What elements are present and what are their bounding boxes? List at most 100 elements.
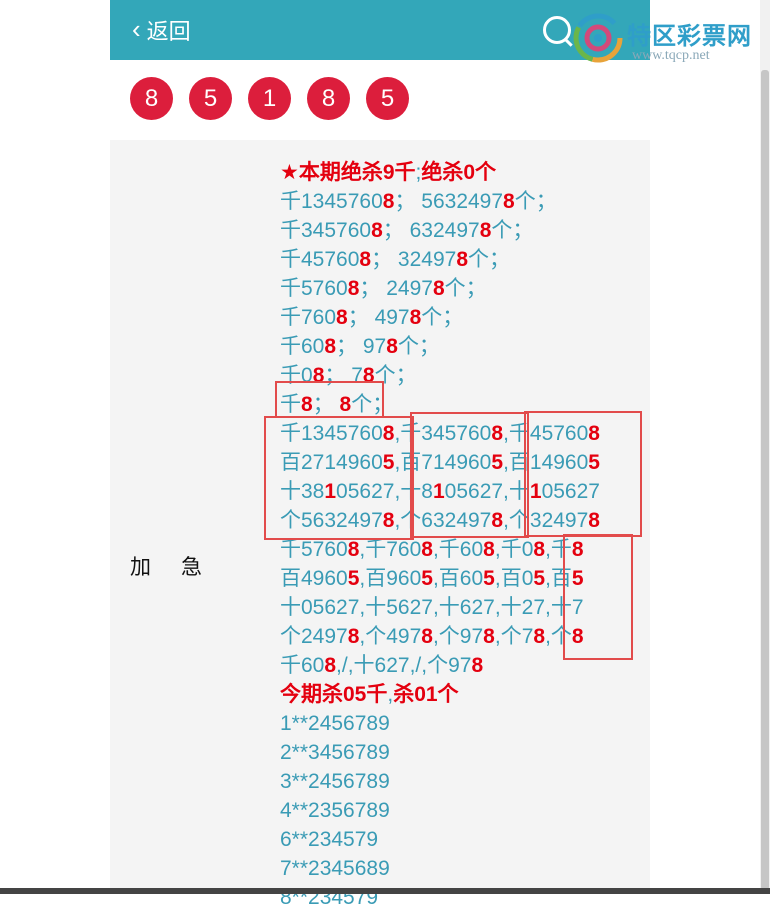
highlight-digit: 8 (421, 538, 433, 561)
highlight-digit: 8 (386, 335, 398, 358)
search-icon[interactable] (543, 16, 571, 44)
highlight-box (275, 381, 384, 418)
vertical-scrollbar[interactable] (760, 0, 770, 894)
category-char: 急 (181, 556, 202, 579)
highlight-digit: 8 (432, 277, 445, 300)
watermark-url: www.tqcp.net (632, 48, 710, 63)
line-text: 千5760 (280, 277, 348, 300)
chevron-left-icon: ‹ (132, 13, 141, 44)
bottom-edge-bar (0, 888, 770, 894)
number-ball: 8 (130, 77, 173, 120)
number-line: 千3457608； 6324978个； (280, 216, 600, 245)
category-char: 加 (130, 556, 151, 579)
line-text: ,个497 (359, 625, 422, 648)
number-line: 3**2456789 (280, 767, 600, 796)
draw-number-balls: 8 5 1 8 5 (130, 77, 409, 120)
highlight-digit: 8 (533, 625, 546, 648)
highlight-digit: 8 (347, 625, 360, 648)
highlight-digit: 5 (533, 567, 546, 590)
line-text: 个； (397, 335, 440, 358)
line-text: 个； (491, 219, 534, 242)
number-line: 千13457608； 56324978个； (280, 187, 600, 216)
highlight-digit: 5 (483, 567, 495, 590)
number-line: 千457608； 324978个； (280, 245, 600, 274)
number-ball: 8 (307, 77, 350, 120)
number-line: 个24978,个4978,个978,个78,个8 (280, 622, 600, 651)
highlight-digit: 8 (359, 248, 372, 271)
line-text: ； 97 (336, 335, 387, 358)
line-text: ,个97 (432, 625, 484, 648)
highlight-digit: 8 (409, 306, 422, 329)
line-text: ； 2497 (359, 277, 433, 300)
number-line: 7**2345689 (280, 854, 600, 883)
highlight-digit: 8 (483, 538, 495, 561)
highlight-digit: 5 (347, 567, 360, 590)
line-text: ,千60 (432, 538, 484, 561)
line-text: 2**3456789 (280, 741, 390, 764)
line-text: 千45760 (280, 248, 360, 271)
line-text: 7**2345689 (280, 857, 390, 880)
number-ball: 1 (248, 77, 291, 120)
highlight-digit: 8 (347, 277, 360, 300)
number-line: 1**2456789 (280, 709, 600, 738)
line-text: ； 5632497 (394, 190, 504, 213)
line-text: 个； (421, 306, 464, 329)
number-line: 千57608； 24978个； (280, 274, 600, 303)
line-text: 千5760 (280, 538, 348, 561)
line-text: 6**234579 (280, 828, 379, 851)
highlight-digit: 8 (421, 625, 433, 648)
line-text: 百4960 (280, 567, 348, 590)
line-text: 个2497 (280, 625, 348, 648)
line-text: 4**2356789 (280, 799, 390, 822)
summary-line: 今期杀05千,杀01个 (280, 680, 600, 709)
number-line: 6**234579 (280, 825, 600, 854)
highlight-digit: 8 (471, 654, 484, 677)
highlight-digit: 绝杀0个 (421, 161, 497, 184)
highlight-digit: 8 (324, 335, 337, 358)
line-text: 3**2456789 (280, 770, 390, 793)
line-text: 个； (514, 190, 557, 213)
highlight-digit: 8 (483, 625, 495, 648)
line-text: ； 32497 (371, 248, 457, 271)
watermark: 特区彩票网 www.tqcp.net (572, 6, 770, 68)
number-ball: 5 (366, 77, 409, 120)
number-line: 千608； 978个； (280, 332, 600, 361)
highlight-digit: 今期杀05千 (280, 683, 388, 706)
highlight-digit: 8 (371, 219, 383, 242)
highlight-digit: 杀01个 (393, 683, 459, 706)
line-text: ,百60 (432, 567, 484, 590)
line-text: 十05627,十5627,十627,十27,十7 (280, 596, 584, 619)
line-text: 千760 (280, 306, 337, 329)
line-text: ； 497 (347, 306, 410, 329)
line-text: ,/,十627,/,个97 (336, 654, 472, 677)
highlight-box (264, 416, 414, 540)
highlight-digit: 8 (382, 190, 395, 213)
line-text: ,百960 (359, 567, 422, 590)
highlight-box (563, 534, 633, 660)
watermark-name: 特区彩票网 (627, 23, 752, 50)
number-line: 千7608； 4978个； (280, 303, 600, 332)
highlight-digit: ★本期绝杀9千 (280, 161, 416, 184)
back-label: 返回 (146, 19, 191, 44)
number-line: 4**2356789 (280, 796, 600, 825)
line-text: 千1345760 (280, 190, 383, 213)
number-line: 百49605,百9605,百605,百05,百5 (280, 564, 600, 593)
highlight-digit: 5 (421, 567, 433, 590)
line-text: 个； (468, 248, 511, 271)
line-text: 千345760 (280, 219, 372, 242)
number-line: 十05627,十5627,十627,十27,十7 (280, 593, 600, 622)
line-text: ,千0 (494, 538, 534, 561)
back-button[interactable]: ‹ 返回 (132, 14, 191, 46)
line-text: ,个7 (494, 625, 534, 648)
number-line: 2**3456789 (280, 738, 600, 767)
scrollbar-thumb[interactable] (761, 70, 769, 890)
line-text: ,百0 (494, 567, 534, 590)
highlight-digit: 8 (347, 538, 360, 561)
line-text: 1**2456789 (280, 712, 390, 735)
line-text: 个； (444, 277, 487, 300)
summary-line: ★本期绝杀9千;绝杀0个 (280, 158, 600, 187)
number-line: 千608,/,十627,/,个978 (280, 651, 600, 680)
line-text: 千60 (280, 654, 325, 677)
highlight-digit: 8 (479, 219, 492, 242)
highlight-digit: 8 (503, 190, 515, 213)
